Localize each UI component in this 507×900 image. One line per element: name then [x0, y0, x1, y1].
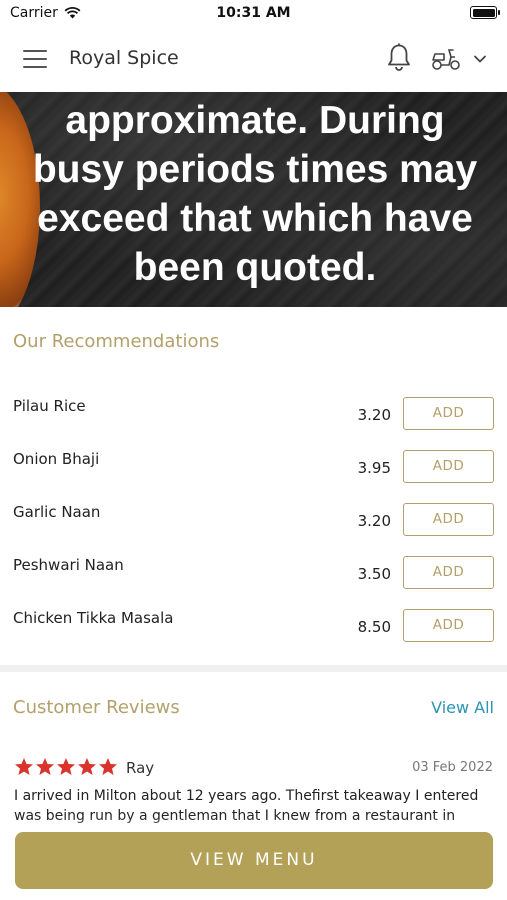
reviews-title: Customer Reviews [13, 697, 180, 718]
delivery-scooter-icon[interactable] [430, 46, 462, 72]
item-price: 3.20 [357, 406, 391, 424]
add-button[interactable]: ADD [403, 503, 494, 536]
star-icon [99, 758, 117, 775]
add-button[interactable]: ADD [403, 450, 494, 483]
item-name: Peshwari Naan [13, 556, 124, 574]
recommendation-item: Onion Bhaji 3.95 ADD [0, 450, 507, 490]
banner-text: approximate. During busy periods times m… [32, 99, 478, 289]
restaurant-title: Royal Spice [69, 47, 179, 69]
bell-icon[interactable] [386, 43, 412, 73]
battery-icon [470, 6, 500, 19]
view-menu-button[interactable]: VIEW MENU [15, 832, 493, 889]
menu-icon[interactable] [23, 50, 47, 68]
item-name: Pilau Rice [13, 397, 86, 415]
status-bar: Carrier 10:31 AM [0, 0, 507, 28]
item-price: 3.50 [357, 565, 391, 583]
promo-banner: approximate. During busy periods times m… [0, 92, 507, 307]
add-button[interactable]: ADD [403, 609, 494, 642]
star-icon [36, 758, 54, 775]
add-button[interactable]: ADD [403, 397, 494, 430]
item-name: Onion Bhaji [13, 450, 100, 468]
item-name: Chicken Tikka Masala [13, 609, 174, 627]
item-price: 3.95 [357, 459, 391, 477]
review-date: 03 Feb 2022 [412, 760, 493, 775]
star-rating [14, 757, 119, 779]
star-icon [78, 758, 96, 775]
star-icon [57, 758, 75, 775]
recommendations-title: Our Recommendations [13, 331, 220, 352]
section-divider [0, 665, 507, 672]
recommendation-item: Garlic Naan 3.20 ADD [0, 503, 507, 543]
review-author: Ray [126, 759, 155, 777]
recommendation-item: Chicken Tikka Masala 8.50 ADD [0, 609, 507, 649]
item-price: 8.50 [357, 618, 391, 636]
view-all-reviews-link[interactable]: View All [431, 698, 494, 717]
add-button[interactable]: ADD [403, 556, 494, 589]
recommendation-item: Pilau Rice 3.20 ADD [0, 397, 507, 437]
item-name: Garlic Naan [13, 503, 101, 521]
star-icon [15, 758, 33, 775]
chevron-down-icon[interactable] [472, 53, 488, 65]
review-text: I arrived in Milton about 12 years ago. … [14, 788, 479, 824]
status-time: 10:31 AM [216, 5, 291, 21]
item-price: 3.20 [357, 512, 391, 530]
recommendation-item: Peshwari Naan 3.50 ADD [0, 556, 507, 596]
app-header: Royal Spice [0, 28, 507, 92]
